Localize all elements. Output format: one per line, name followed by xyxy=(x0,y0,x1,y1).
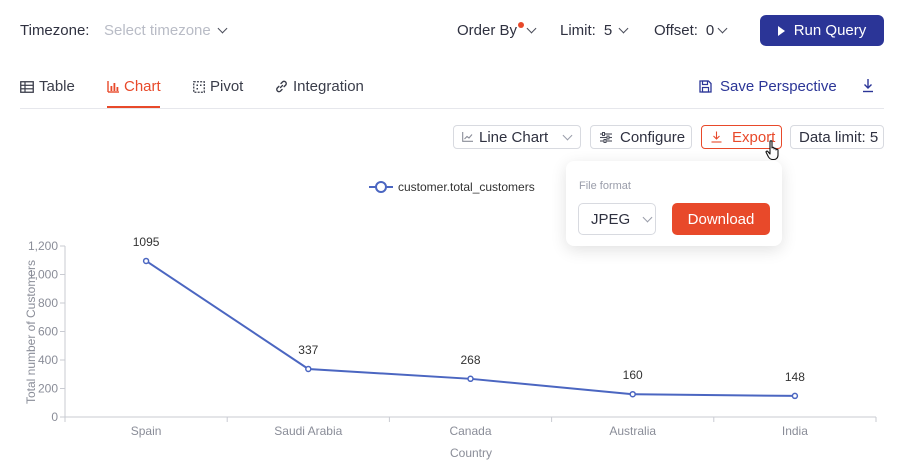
data-label: 268 xyxy=(460,353,480,367)
data-label: 1095 xyxy=(133,235,160,249)
data-point xyxy=(467,375,474,383)
x-tick-label: Canada xyxy=(449,424,491,438)
y-tick-label: 1,200 xyxy=(28,239,58,253)
data-point xyxy=(142,257,150,265)
y-tick-label: 400 xyxy=(38,353,58,367)
x-axis-title: Country xyxy=(450,446,492,460)
x-tick-label: Spain xyxy=(131,424,162,438)
x-tick-label: Saudi Arabia xyxy=(274,424,342,438)
y-tick-label: 0 xyxy=(51,410,58,424)
data-point xyxy=(305,365,312,373)
y-tick-label: 600 xyxy=(38,325,58,339)
x-axis: Spain Saudi Arabia Canada Australia India xyxy=(64,416,877,438)
data-label: 160 xyxy=(623,368,643,382)
y-axis-title: Total number of Customers xyxy=(24,260,38,404)
data-point xyxy=(791,392,799,400)
data-labels: 1095 337 268 160 148 xyxy=(133,235,805,384)
x-tick-label: India xyxy=(782,424,808,438)
data-label: 148 xyxy=(785,370,805,384)
data-point xyxy=(629,390,636,398)
y-tick-label: 800 xyxy=(38,296,58,310)
line-chart: 02004006008001,0001,200 Spain Saudi Arabi… xyxy=(24,235,877,460)
x-tick-label: Australia xyxy=(609,424,656,438)
data-label: 337 xyxy=(298,343,318,357)
y-tick-label: 200 xyxy=(38,382,58,396)
chart-series xyxy=(142,257,799,400)
